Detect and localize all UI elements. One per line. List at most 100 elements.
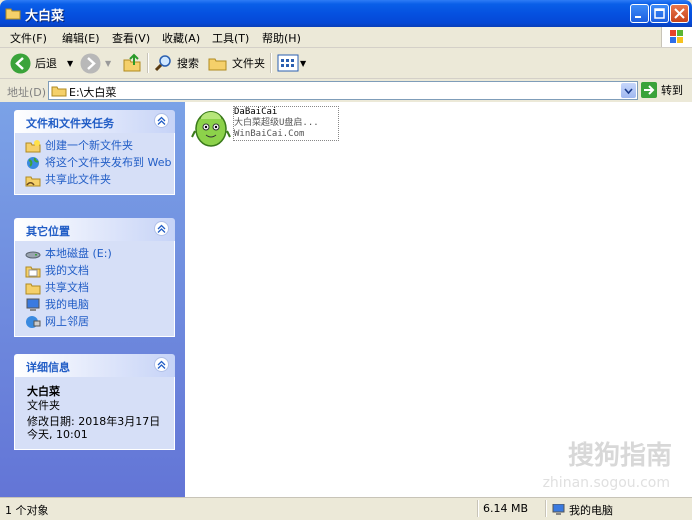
address-input[interactable]: E:\大白菜: [48, 81, 638, 100]
share-folder-icon: [25, 176, 41, 187]
file-tasks-header[interactable]: 文件和文件夹任务: [14, 110, 175, 133]
details-time: 今天, 10:01: [27, 428, 88, 441]
place-my-computer[interactable]: 我的电脑: [25, 298, 174, 312]
network-icon: [26, 316, 41, 328]
menu-bar: 文件(F) 编辑(E) 查看(V) 收藏(A) 工具(T) 帮助(H): [0, 27, 692, 48]
back-dropdown-icon[interactable]: ▼: [67, 59, 73, 68]
status-location: 我的电脑: [552, 502, 613, 518]
toolbar-separator: [147, 53, 149, 73]
collapse-chevron-icon[interactable]: [154, 357, 169, 372]
menu-edit[interactable]: 编辑(E): [62, 30, 100, 46]
menu-file[interactable]: 文件(F): [10, 30, 47, 46]
details-panel: 详细信息 大白菜 文件夹 修改日期: 2018年3月17日 今天, 10:01: [14, 354, 175, 450]
task-label: 创建一个新文件夹: [45, 139, 133, 152]
search-icon: [154, 55, 171, 72]
address-label: 地址(D): [7, 86, 47, 99]
folder-icon: [5, 6, 21, 23]
place-label: 我的电脑: [45, 298, 89, 311]
address-dropdown-button[interactable]: [621, 83, 636, 98]
menu-favorites[interactable]: 收藏(A): [162, 30, 200, 46]
place-label: 网上邻居: [45, 315, 89, 328]
search-button[interactable]: 搜索: [153, 52, 199, 74]
computer-icon: [26, 298, 40, 311]
toolbar: 后退 ▼ ▼ 搜索 文件夹 ▼: [0, 48, 692, 79]
up-folder-icon: [123, 53, 141, 72]
status-location-label: 我的电脑: [569, 504, 613, 517]
file-description: 大白菜超级U盘启...: [234, 118, 319, 128]
forward-dropdown-icon[interactable]: ▼: [105, 59, 111, 68]
other-places-header[interactable]: 其它位置: [14, 218, 175, 241]
back-button[interactable]: 后退 ▼: [10, 52, 73, 74]
documents-icon: [25, 266, 41, 278]
status-bar: 1 个对象 6.14 MB 我的电脑: [0, 497, 692, 520]
details-header[interactable]: 详细信息: [14, 354, 175, 377]
search-label: 搜索: [177, 57, 199, 70]
folders-button[interactable]: 文件夹: [208, 52, 265, 74]
watermark-url: zhinan.sogou.com: [542, 475, 670, 491]
file-tasks-title: 文件和文件夹任务: [26, 117, 114, 130]
collapse-chevron-icon[interactable]: [154, 221, 169, 236]
collapse-chevron-icon[interactable]: [154, 113, 169, 128]
shared-folder-icon: [25, 283, 41, 295]
views-dropdown-icon[interactable]: ▼: [300, 59, 306, 68]
file-label: DaBaiCai 大白菜超级U盘启... WinBaiCai.Com: [233, 106, 339, 141]
windows-logo-icon: [661, 27, 692, 47]
folders-label: 文件夹: [232, 57, 265, 70]
other-places-panel: 其它位置 本地磁盘 (E:) 我的文档 共享文档 我的电脑 网上邻居: [14, 218, 175, 337]
toolbar-separator: [270, 53, 272, 73]
go-label: 转到: [661, 84, 683, 97]
status-separator: [477, 500, 479, 517]
back-arrow-icon: [10, 53, 31, 73]
details-type: 文件夹: [27, 399, 60, 412]
menu-tools[interactable]: 工具(T): [212, 30, 249, 46]
task-pane: 文件和文件夹任务 创建一个新文件夹 将这个文件夹发布到 Web 共享此文件夹 其…: [0, 102, 185, 497]
computer-icon: [552, 504, 565, 515]
disk-drive-icon: [25, 251, 41, 259]
menu-view[interactable]: 查看(V): [112, 30, 150, 46]
title-bar[interactable]: 大白菜: [0, 0, 692, 27]
up-folder-button[interactable]: [122, 52, 142, 74]
back-label: 后退: [35, 57, 57, 70]
folder-icon: [51, 84, 67, 100]
place-label: 共享文档: [45, 281, 89, 294]
place-network[interactable]: 网上邻居: [25, 315, 174, 329]
folders-icon: [208, 58, 227, 71]
go-arrow-icon: [641, 82, 657, 98]
details-modified: 修改日期: 2018年3月17日: [27, 415, 161, 428]
details-name: 大白菜: [27, 385, 60, 398]
window-title: 大白菜: [25, 9, 65, 24]
details-title: 详细信息: [26, 361, 70, 374]
forward-arrow-icon: [80, 53, 101, 73]
task-new-folder[interactable]: 创建一个新文件夹: [25, 139, 174, 153]
status-size: 6.14 MB: [483, 502, 529, 515]
file-name: DaBaiCai: [234, 107, 278, 117]
views-icon: [277, 54, 299, 72]
place-shared-documents[interactable]: 共享文档: [25, 281, 174, 295]
status-object-count: 1 个对象: [5, 504, 49, 517]
status-separator: [545, 500, 547, 517]
file-tasks-panel: 文件和文件夹任务 创建一个新文件夹 将这个文件夹发布到 Web 共享此文件夹: [14, 110, 175, 195]
cabbage-app-icon: [191, 103, 231, 152]
address-value: E:\大白菜: [69, 86, 117, 99]
globe-icon: [27, 157, 39, 169]
place-my-documents[interactable]: 我的文档: [25, 264, 174, 278]
forward-button[interactable]: ▼: [80, 52, 111, 74]
explorer-window: 大白菜 文件(F) 编辑(E) 查看(V) 收藏(A) 工具(T) 帮助(H) …: [0, 0, 692, 520]
maximize-button[interactable]: [650, 4, 669, 23]
file-list[interactable]: DaBaiCai 大白菜超级U盘启... WinBaiCai.Com 搜狗指南 …: [185, 102, 692, 497]
place-label: 我的文档: [45, 264, 89, 277]
minimize-button[interactable]: [630, 4, 649, 23]
other-places-title: 其它位置: [26, 225, 70, 238]
go-button[interactable]: 转到: [641, 82, 683, 98]
task-publish-web[interactable]: 将这个文件夹发布到 Web: [25, 156, 174, 170]
close-button[interactable]: [670, 4, 689, 23]
place-label: 本地磁盘 (E:): [45, 247, 112, 260]
place-local-disk[interactable]: 本地磁盘 (E:): [25, 247, 174, 261]
views-button[interactable]: ▼: [277, 52, 306, 74]
task-label: 共享此文件夹: [45, 173, 111, 186]
task-label: 将这个文件夹发布到 Web: [45, 156, 172, 169]
menu-help[interactable]: 帮助(H): [262, 30, 301, 46]
new-folder-icon: [25, 140, 41, 153]
task-share-folder[interactable]: 共享此文件夹: [25, 173, 174, 187]
watermark: 搜狗指南: [567, 441, 672, 471]
